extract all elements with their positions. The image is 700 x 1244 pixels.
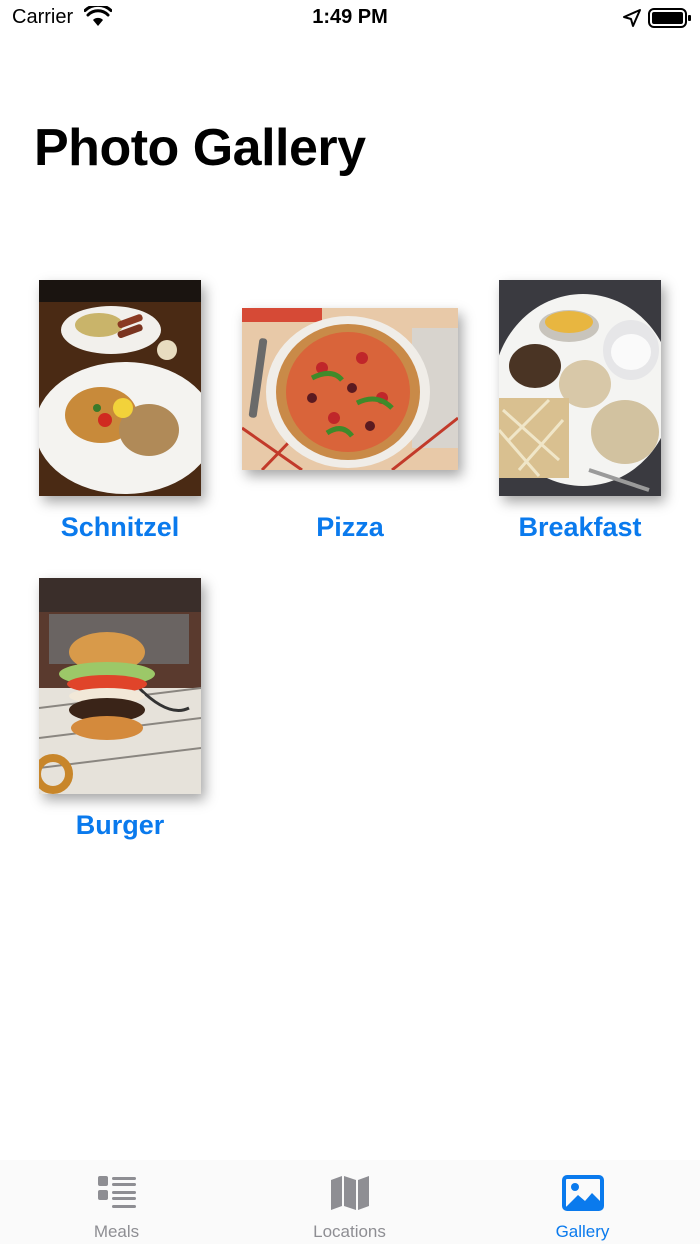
gallery-item-burger[interactable]: Burger	[20, 578, 220, 848]
location-arrow-icon	[623, 9, 641, 27]
tab-gallery[interactable]: Gallery	[466, 1160, 699, 1244]
status-bar: Carrier 1:49 PM	[0, 0, 700, 40]
schnitzel-photo[interactable]	[39, 280, 201, 496]
page-title: Photo Gallery	[34, 119, 366, 177]
gallery-item-schnitzel[interactable]: Schnitzel	[20, 280, 220, 550]
gallery-item-label[interactable]: Burger	[20, 810, 220, 841]
map-icon	[331, 1176, 369, 1210]
gallery-item-pizza[interactable]: Pizza	[242, 280, 458, 550]
battery-icon	[648, 8, 691, 28]
photo-icon	[562, 1175, 604, 1211]
list-icon	[98, 1176, 136, 1208]
tab-bar: Meals Locations Gallery	[0, 1160, 700, 1244]
tab-label: Locations	[313, 1222, 386, 1241]
gallery-item-label[interactable]: Pizza	[250, 512, 450, 543]
tab-locations[interactable]: Locations	[233, 1160, 466, 1244]
tab-label: Meals	[93, 1222, 140, 1241]
gallery-item-label[interactable]: Schnitzel	[20, 512, 220, 543]
breakfast-photo[interactable]	[499, 280, 661, 496]
tab-meals[interactable]: Meals	[0, 1160, 233, 1244]
status-time: 1:49 PM	[312, 6, 388, 28]
gallery-item-label[interactable]: Breakfast	[480, 512, 680, 543]
tab-label: Gallery	[555, 1222, 610, 1241]
pizza-photo[interactable]	[242, 308, 458, 470]
gallery-item-breakfast[interactable]: Breakfast	[480, 280, 680, 550]
burger-photo[interactable]	[39, 578, 201, 794]
